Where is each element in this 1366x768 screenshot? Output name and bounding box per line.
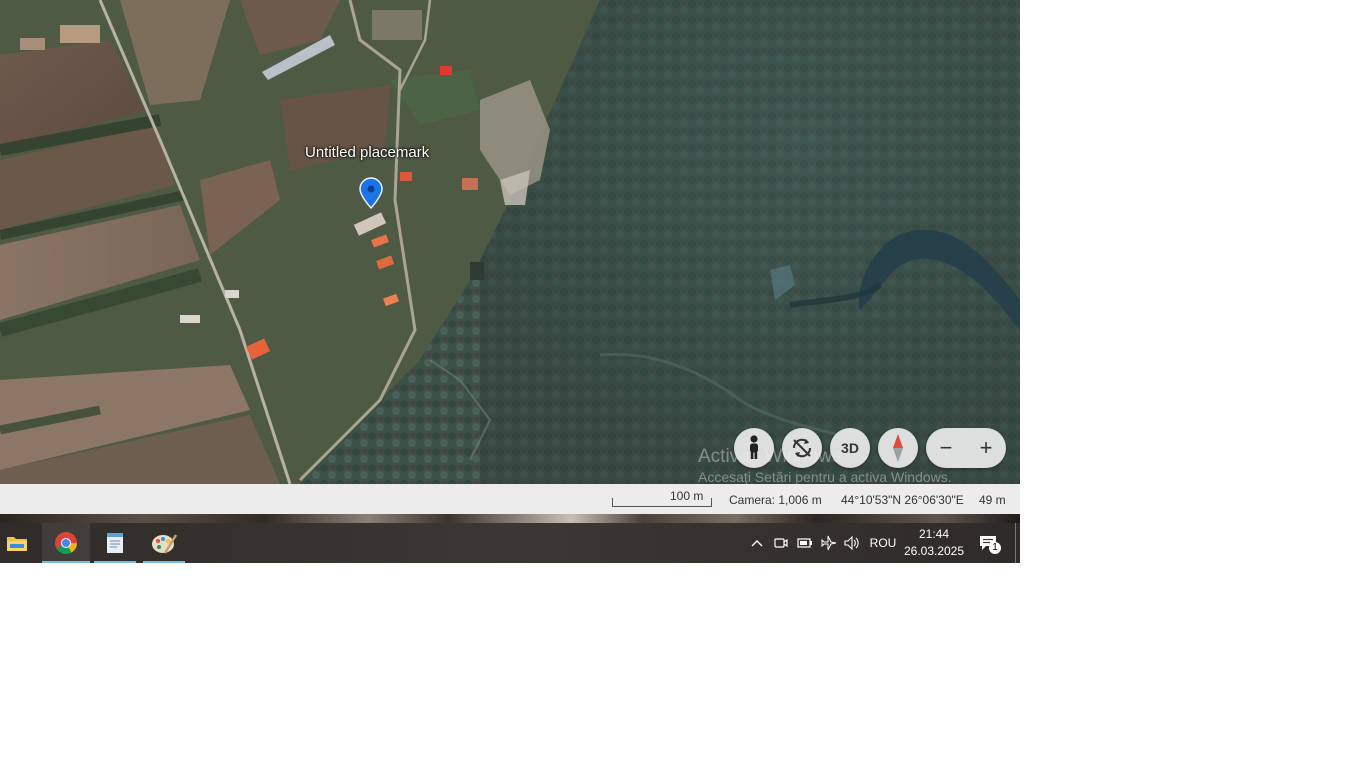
elevation: 49 m	[979, 493, 1006, 507]
taskbar-paint[interactable]	[143, 523, 185, 563]
airplane-mode-button[interactable]	[820, 523, 838, 563]
watermark-subtitle: Accesați Setări pentru a activa Windows.	[698, 469, 952, 484]
reset-tilt-button[interactable]	[782, 428, 822, 468]
pegman-icon	[750, 435, 758, 459]
folder-icon	[7, 537, 27, 551]
zoom-out-button[interactable]: −	[926, 428, 966, 468]
compass-button[interactable]	[878, 428, 918, 468]
camera-altitude: Camera: 1,006 m	[729, 493, 822, 507]
meet-now-button[interactable]	[772, 523, 790, 563]
chevron-up-icon	[751, 540, 763, 547]
chrome-icon	[55, 532, 77, 554]
coordinates: 44°10'53"N 26°06'30"E	[841, 493, 964, 507]
zoom-controls: − +	[926, 428, 1006, 468]
meet-now-icon	[774, 538, 788, 548]
show-desktop-button[interactable]	[1015, 523, 1016, 563]
taskbar-notepad[interactable]	[94, 523, 136, 563]
speaker-icon	[844, 536, 859, 550]
notepad-icon	[107, 533, 123, 553]
battery-icon	[797, 538, 812, 548]
notification-count-badge: 1	[989, 542, 1001, 554]
placemark-label[interactable]: Untitled placemark	[305, 144, 429, 161]
battery-button[interactable]	[796, 523, 814, 563]
compass-icon	[893, 434, 903, 462]
toggle-3d-button[interactable]: 3D	[830, 428, 870, 468]
clock-button[interactable]: 21:44 26.03.2025	[900, 523, 968, 563]
screen-viewport: Untitled placemark Activați Windows Acce…	[0, 0, 1020, 563]
taskbar-file-explorer[interactable]	[0, 523, 34, 563]
clock-time: 21:44	[918, 527, 950, 541]
volume-button[interactable]	[843, 523, 861, 563]
zoom-in-button[interactable]: +	[966, 428, 1006, 468]
street-view-button[interactable]	[734, 428, 774, 468]
airplane-icon	[821, 535, 837, 551]
taskbar-chrome[interactable]	[42, 523, 90, 563]
paint-palette-icon	[152, 534, 177, 554]
action-center-button[interactable]: 1	[974, 523, 1002, 563]
input-language-button[interactable]: ROU	[868, 523, 898, 563]
taskbar: ROU 21:44 26.03.2025 1	[0, 523, 1020, 563]
show-hidden-icons-button[interactable]	[748, 523, 766, 563]
placemark-pin-icon[interactable]	[358, 177, 384, 210]
rotate-icon	[792, 438, 812, 458]
scale-label: 100 m	[670, 489, 704, 503]
clock-date: 26.03.2025	[903, 544, 965, 558]
desktop-wallpaper-strip	[0, 514, 1020, 523]
satellite-imagery	[0, 0, 1020, 484]
map-status-bar: 100 m Camera: 1,006 m 44°10'53"N 26°06'3…	[0, 484, 1020, 514]
map-view[interactable]: Untitled placemark Activați Windows Acce…	[0, 0, 1020, 484]
